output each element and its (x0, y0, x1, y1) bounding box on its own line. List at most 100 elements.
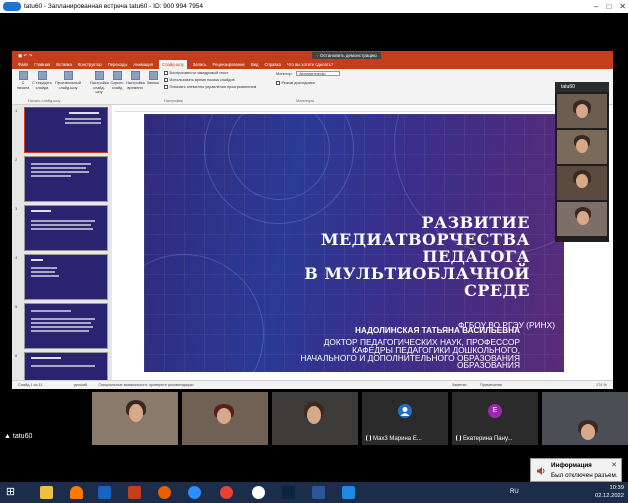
slide-thumbnail[interactable] (24, 156, 108, 202)
video-tile[interactable] (557, 94, 607, 128)
slide-thumbnail[interactable] (24, 107, 108, 153)
speaker-icon (537, 467, 545, 475)
zoom-icon[interactable] (188, 486, 201, 499)
record-button[interactable]: Запись (146, 71, 160, 86)
thumb-text-line (31, 365, 95, 367)
chk-timings[interactable]: Использовать время показа слайдов (164, 78, 235, 83)
powerpoint-icon[interactable] (128, 486, 141, 499)
ribbon: С начала С текущего слайда Произвольный … (12, 69, 613, 105)
video-camera-icon: ▲ (4, 433, 11, 440)
participant-tile[interactable] (182, 392, 268, 445)
thumb-text-line (31, 322, 91, 324)
setup-show-button[interactable]: Настройка слайд-шоу (90, 71, 109, 95)
vlc-icon[interactable] (70, 486, 83, 499)
rehearse-button[interactable]: Настройка времени (126, 71, 145, 90)
redo-icon[interactable]: ↷ (29, 53, 33, 58)
group-monitors-label: Мониторы (296, 99, 315, 103)
tab-home[interactable]: Главная (34, 60, 50, 69)
video-tile[interactable] (557, 166, 607, 200)
status-slide-count: Слайд 1 из 11 (18, 383, 43, 387)
tab-file[interactable]: Файл (18, 60, 28, 69)
participant-tile[interactable] (542, 392, 628, 445)
status-language[interactable]: русский (74, 383, 88, 387)
tell-me-search[interactable]: Что вы хотите сделать? (287, 60, 333, 69)
custom-show-button[interactable]: Произвольный слайд-шоу (54, 71, 82, 90)
notes-button[interactable]: Заметки (452, 381, 467, 389)
participant-tile[interactable] (272, 392, 358, 445)
checkbox-icon (164, 78, 168, 82)
minimize-icon[interactable]: – (594, 0, 598, 13)
file-explorer-icon[interactable] (40, 486, 53, 499)
from-current-button[interactable]: С текущего слайда (32, 71, 52, 90)
monitor-select[interactable]: Автоматически (296, 71, 340, 76)
stop-share-label: Остановить демонстрацию (319, 53, 377, 58)
maximize-icon[interactable]: □ (606, 0, 611, 13)
user-avatar-icon (398, 404, 412, 418)
yandex-browser-icon[interactable] (252, 486, 265, 499)
clock-time: 10:39 (609, 485, 624, 491)
hide-slide-label: Скрыть слайд (110, 81, 124, 90)
app-icon[interactable] (282, 486, 295, 499)
tab-review[interactable]: Рецензирование (213, 60, 245, 69)
hide-slide-button[interactable]: Скрыть слайд (110, 71, 124, 90)
timer-icon (130, 71, 140, 80)
ribbon-tabs: Файл Главная Вставка Конструктор Переход… (12, 60, 613, 69)
self-view-label: ▲ tatu60 (0, 430, 32, 444)
thumb-text-line (31, 310, 71, 312)
status-accessibility[interactable]: Специальные возможности: проверьте реком… (98, 383, 193, 387)
tab-transitions[interactable]: Переходы (108, 60, 128, 69)
save-icon[interactable]: ▣ (18, 53, 22, 58)
app-window-icon[interactable] (342, 486, 355, 499)
tab-design[interactable]: Конструктор (78, 60, 102, 69)
close-icon[interactable]: ✕ (619, 0, 626, 13)
status-bar: Слайд 1 из 11 русский Специальные возмож… (12, 380, 613, 389)
chk-controls[interactable]: Показать элементы управления проигрывате… (164, 85, 256, 90)
system-clock[interactable]: 10:39 02.12.2022 (595, 482, 624, 503)
self-name: tatu60 (12, 433, 33, 440)
from-current-label: С текущего слайда (32, 81, 52, 90)
stop-share-button[interactable]: ● Остановить демонстрацию (312, 52, 381, 59)
chrome-icon[interactable] (220, 486, 233, 499)
chk-narration[interactable]: Воспроизвести закадровый текст (164, 71, 228, 76)
slide-thumbnail[interactable] (24, 303, 108, 349)
video-tile[interactable] (557, 130, 607, 164)
comments-button[interactable]: Примечания (480, 381, 502, 389)
clock-date: 02.12.2022 (594, 493, 624, 499)
presenter-view-label: Режим докладчика (281, 81, 315, 85)
close-icon[interactable]: ✕ (611, 461, 617, 469)
monitor-label: Монитор: (276, 72, 293, 77)
participant-tile[interactable]: Е Екатерина Пану... (452, 392, 538, 445)
tab-record[interactable]: Запись (193, 60, 207, 69)
windows-start-icon[interactable]: ⊞ (4, 486, 17, 499)
keyboard-language[interactable]: RU (510, 489, 519, 495)
participant-tile[interactable]: Мах3 Марина Е... (362, 392, 448, 445)
slide-thumbnail[interactable] (24, 254, 108, 300)
tab-help[interactable]: Справка (264, 60, 280, 69)
word-doc-icon[interactable] (312, 486, 325, 499)
chk-timings-label: Использовать время показа слайдов (169, 78, 235, 82)
thumb-text-line (31, 171, 89, 173)
slide-title-line: РАЗВИТИЕ (421, 213, 530, 232)
video-tile[interactable] (557, 202, 607, 236)
participant-tile[interactable] (92, 392, 178, 445)
tab-view[interactable]: Вид (251, 60, 259, 69)
participant-face (307, 406, 321, 424)
horizontal-ruler (115, 107, 553, 112)
tab-slideshow[interactable]: Слайд-шоу (159, 60, 187, 69)
participant-face (576, 104, 588, 118)
custom-show-icon (63, 71, 73, 80)
participant-strip: Мах3 Марина Е... Е Екатерина Пану... (0, 392, 628, 445)
system-notification[interactable]: Информация Был отключен разъем. ✕ (530, 458, 622, 482)
firefox-icon[interactable] (158, 486, 171, 499)
group-setup-label: Настройка (164, 99, 183, 103)
tab-animations[interactable]: Анимация (133, 60, 153, 69)
participant-name-text: Мах3 Марина Е... (373, 436, 422, 442)
from-start-button[interactable]: С начала (16, 71, 30, 90)
chk-presenter-view[interactable]: Режим докладчика (276, 81, 315, 86)
thumb-text-line (31, 275, 59, 277)
slide-thumbnail[interactable] (24, 205, 108, 251)
word-icon[interactable] (98, 486, 111, 499)
screen: tatu60 - Запланированная встреча tatu60 … (0, 0, 628, 503)
tab-insert[interactable]: Вставка (56, 60, 72, 69)
zoom-level[interactable]: 174 % (596, 381, 607, 389)
